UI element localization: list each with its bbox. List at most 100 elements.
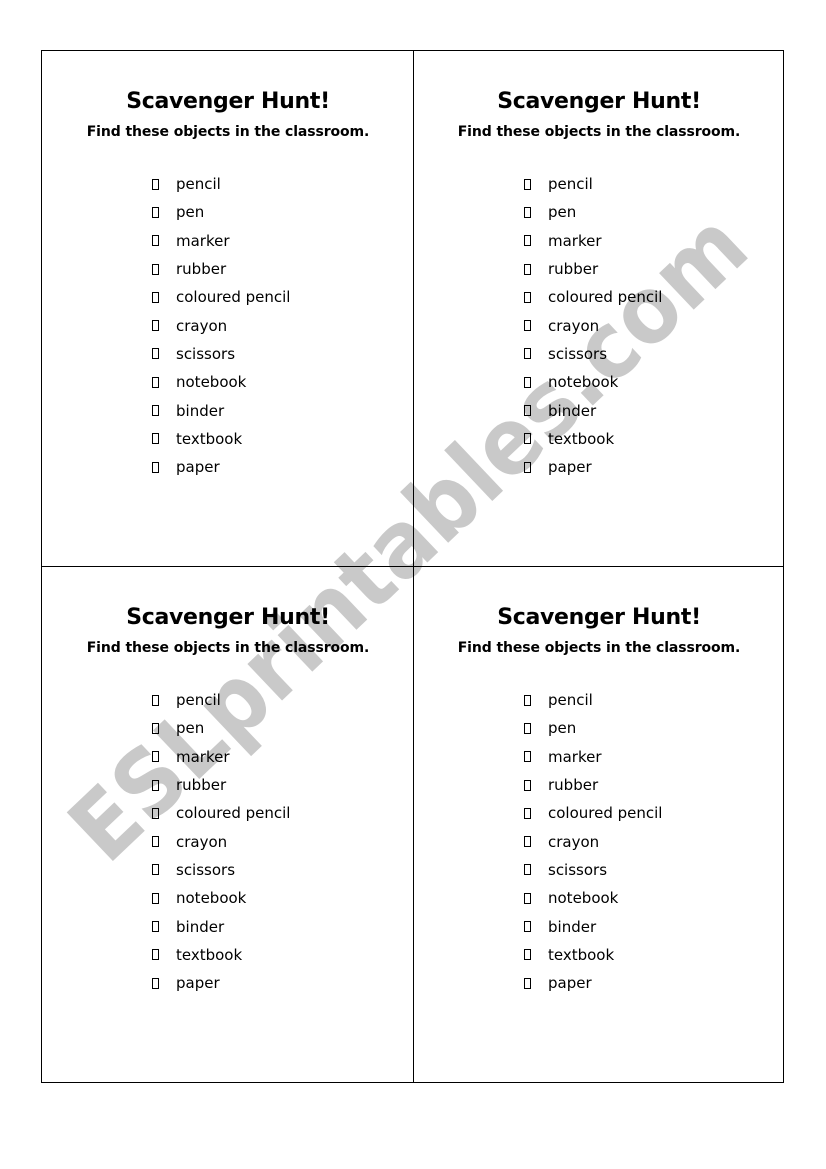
checkbox-icon[interactable] xyxy=(524,461,531,473)
checkbox-icon[interactable] xyxy=(152,291,159,303)
item-label: crayon xyxy=(176,316,228,335)
checkbox-icon[interactable] xyxy=(152,921,159,933)
checklist-item: coloured pencil xyxy=(524,283,662,311)
checklist-item: marker xyxy=(152,227,290,255)
checkbox-icon[interactable] xyxy=(524,235,531,247)
checkbox-icon[interactable] xyxy=(524,864,531,876)
checkbox-icon[interactable] xyxy=(152,892,159,904)
checkbox-icon[interactable] xyxy=(152,263,159,275)
card-title: Scavenger Hunt! xyxy=(126,89,330,114)
checkbox-icon[interactable] xyxy=(524,836,531,848)
card-title: Scavenger Hunt! xyxy=(497,605,701,630)
checklist-item: paper xyxy=(152,969,290,997)
checklist-item: binder xyxy=(524,912,662,940)
item-label: textbook xyxy=(176,429,243,448)
checkbox-icon[interactable] xyxy=(524,433,531,445)
checklist-item: binder xyxy=(524,396,662,424)
checklist-item: scissors xyxy=(152,856,290,884)
checkbox-icon[interactable] xyxy=(524,405,531,417)
card-title: Scavenger Hunt! xyxy=(497,89,701,114)
checklist-item: paper xyxy=(152,453,290,481)
checklist-item: textbook xyxy=(152,941,290,969)
checkbox-icon[interactable] xyxy=(152,405,159,417)
checkbox-icon[interactable] xyxy=(152,779,159,791)
checklist-item: coloured pencil xyxy=(152,283,290,311)
checklist-item: rubber xyxy=(524,255,662,283)
checkbox-icon[interactable] xyxy=(152,433,159,445)
item-label: scissors xyxy=(548,860,608,879)
worksheet-grid: Scavenger Hunt! Find these objects in th… xyxy=(41,50,784,1083)
checkbox-icon[interactable] xyxy=(524,178,531,190)
item-label: paper xyxy=(176,458,220,477)
checklist: pencil pen marker rubber coloured pencil… xyxy=(152,686,290,997)
item-label: crayon xyxy=(176,832,228,851)
item-label: rubber xyxy=(176,260,227,279)
checkbox-icon[interactable] xyxy=(152,807,159,819)
checkbox-icon[interactable] xyxy=(152,376,159,388)
item-label: paper xyxy=(548,458,592,477)
checklist-item: crayon xyxy=(152,827,290,855)
checkbox-icon[interactable] xyxy=(524,206,531,218)
checkbox-icon[interactable] xyxy=(524,751,531,763)
item-label: coloured pencil xyxy=(176,804,291,823)
item-label: paper xyxy=(176,974,220,993)
checkbox-icon[interactable] xyxy=(152,949,159,961)
checkbox-icon[interactable] xyxy=(152,751,159,763)
checkbox-icon[interactable] xyxy=(524,376,531,388)
checkbox-icon[interactable] xyxy=(524,320,531,332)
checklist-item: pencil xyxy=(152,686,290,714)
checkbox-icon[interactable] xyxy=(152,178,159,190)
checkbox-icon[interactable] xyxy=(524,779,531,791)
checklist-item: notebook xyxy=(152,368,290,396)
item-label: rubber xyxy=(548,776,599,795)
item-label: rubber xyxy=(548,260,599,279)
item-label: pen xyxy=(176,719,205,738)
item-label: notebook xyxy=(548,889,619,908)
checklist-item: marker xyxy=(152,743,290,771)
item-label: pen xyxy=(548,203,577,222)
checkbox-icon[interactable] xyxy=(524,722,531,734)
item-label: coloured pencil xyxy=(176,288,291,307)
checklist-item: scissors xyxy=(524,856,662,884)
item-label: pencil xyxy=(548,691,593,710)
checkbox-icon[interactable] xyxy=(152,206,159,218)
checkbox-icon[interactable] xyxy=(524,263,531,275)
checklist-item: textbook xyxy=(524,941,662,969)
checkbox-icon[interactable] xyxy=(152,348,159,360)
card-subtitle: Find these objects in the classroom. xyxy=(457,640,741,656)
checklist-item: rubber xyxy=(152,771,290,799)
checklist-item: crayon xyxy=(524,311,662,339)
checkbox-icon[interactable] xyxy=(152,864,159,876)
item-label: scissors xyxy=(548,344,608,363)
checklist-item: notebook xyxy=(524,884,662,912)
checkbox-icon[interactable] xyxy=(152,694,159,706)
checkbox-icon[interactable] xyxy=(152,461,159,473)
item-label: notebook xyxy=(548,373,619,392)
checkbox-icon[interactable] xyxy=(524,348,531,360)
checkbox-icon[interactable] xyxy=(524,921,531,933)
checkbox-icon[interactable] xyxy=(152,320,159,332)
checklist-item: pencil xyxy=(524,170,662,198)
checkbox-icon[interactable] xyxy=(152,977,159,989)
checkbox-icon[interactable] xyxy=(524,892,531,904)
checkbox-icon[interactable] xyxy=(524,291,531,303)
checklist-item: rubber xyxy=(152,255,290,283)
checklist-item: pen xyxy=(524,714,662,742)
card-subtitle: Find these objects in the classroom. xyxy=(457,124,741,140)
checkbox-icon[interactable] xyxy=(152,836,159,848)
item-label: binder xyxy=(548,401,597,420)
checklist-item: binder xyxy=(152,912,290,940)
item-label: coloured pencil xyxy=(548,288,663,307)
checkbox-icon[interactable] xyxy=(152,722,159,734)
item-label: binder xyxy=(176,917,225,936)
checkbox-icon[interactable] xyxy=(524,977,531,989)
item-label: rubber xyxy=(176,776,227,795)
checkbox-icon[interactable] xyxy=(524,694,531,706)
checkbox-icon[interactable] xyxy=(152,235,159,247)
checkbox-icon[interactable] xyxy=(524,949,531,961)
checkbox-icon[interactable] xyxy=(524,807,531,819)
item-label: binder xyxy=(176,401,225,420)
checklist-item: coloured pencil xyxy=(152,799,290,827)
scavenger-card-bottom-right: Scavenger Hunt! Find these objects in th… xyxy=(414,567,783,1082)
card-subtitle: Find these objects in the classroom. xyxy=(86,640,370,656)
